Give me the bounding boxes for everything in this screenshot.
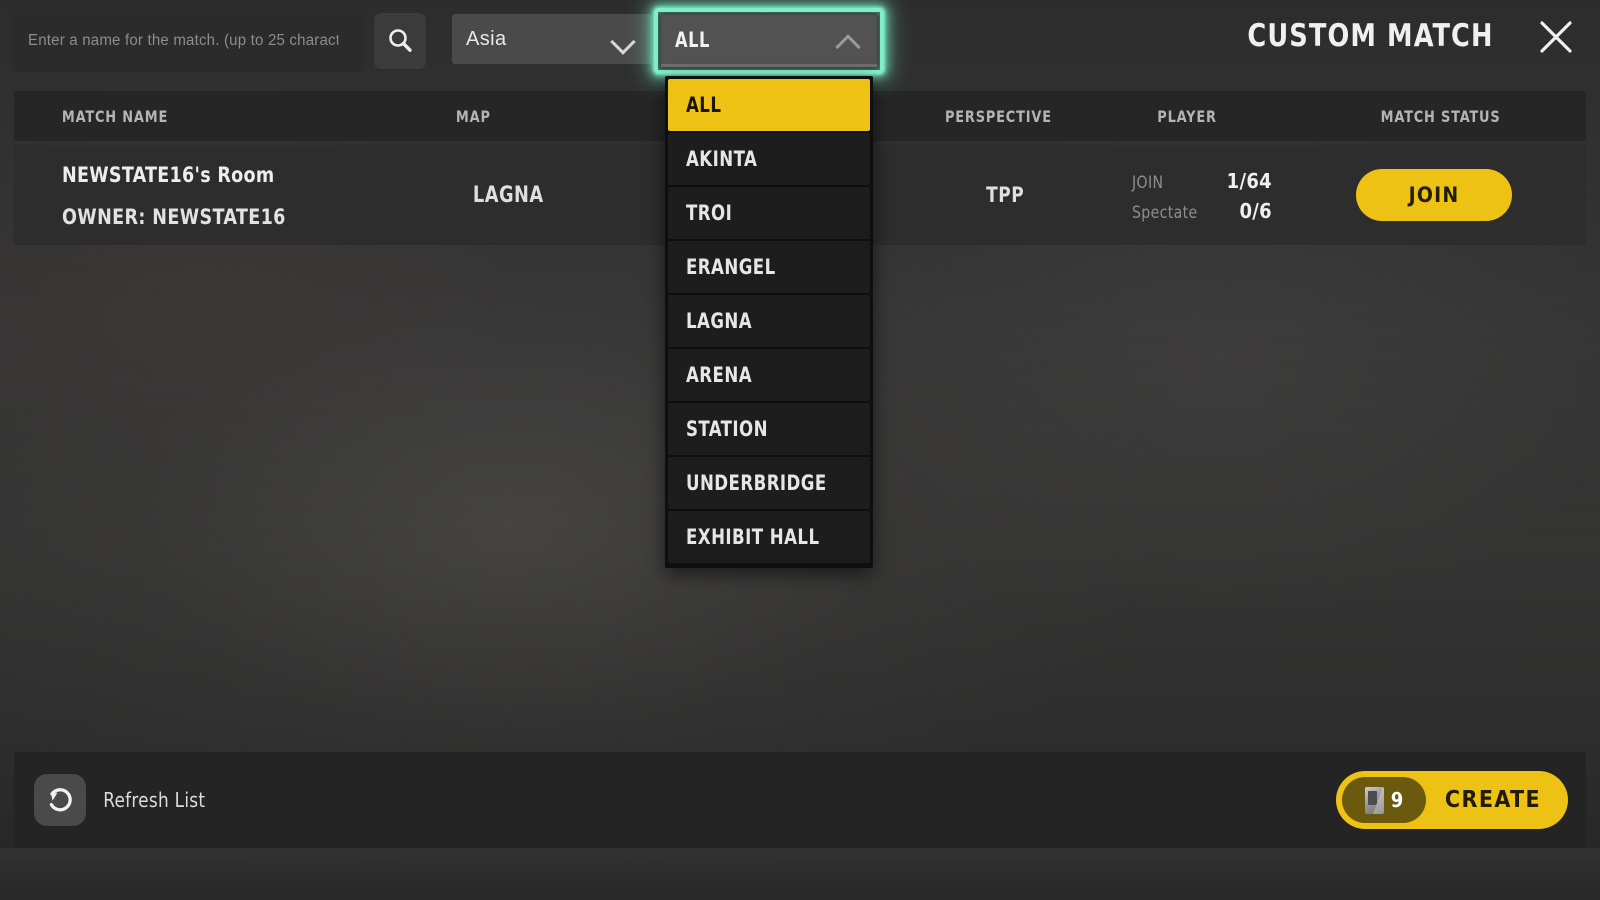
map-option-label: STATION — [686, 417, 768, 441]
map-option-exhibit-hall[interactable]: EXHIBIT HALL — [668, 511, 870, 563]
join-count-line: JOIN 1/64 — [1132, 169, 1272, 199]
region-select-value: Asia — [466, 27, 507, 50]
column-header-match-name: MATCH NAME — [61, 106, 169, 126]
row-perspective: TPP — [986, 183, 1025, 207]
join-count-label: JOIN — [1132, 173, 1164, 193]
join-count-value: 1/64 — [1226, 169, 1272, 193]
spectate-count-value: 0/6 — [1239, 199, 1272, 223]
spectate-count-line: Spectate 0/6 — [1132, 199, 1272, 229]
map-select-value: ALL — [675, 27, 710, 52]
create-match-button[interactable]: 9 CREATE — [1336, 771, 1568, 829]
map-option-lagna[interactable]: LAGNA — [668, 295, 870, 347]
search-input-placeholder: Enter a name for the match. (up to 25 ch… — [28, 32, 339, 49]
search-icon — [389, 29, 412, 52]
row-player-counts: JOIN 1/64 Spectate 0/6 — [1132, 169, 1272, 229]
custom-match-screen: Enter a name for the match. (up to 25 ch… — [0, 0, 1600, 900]
search-button[interactable] — [374, 13, 426, 69]
ticket-counter: 9 — [1342, 777, 1426, 823]
map-option-label: UNDERBRIDGE — [686, 471, 827, 495]
column-header-map: MAP — [455, 106, 491, 126]
search-input[interactable]: Enter a name for the match. (up to 25 ch… — [12, 10, 364, 72]
map-option-station[interactable]: STATION — [668, 403, 870, 455]
map-option-all[interactable]: ALL — [668, 79, 870, 131]
refresh-list-label: Refresh List — [103, 788, 206, 812]
column-header-match-status: MATCH STATUS — [1380, 106, 1501, 126]
map-option-underbridge[interactable]: UNDERBRIDGE — [668, 457, 870, 509]
close-icon — [1540, 21, 1572, 53]
ticket-icon — [1364, 786, 1384, 814]
row-map: LAGNA — [472, 183, 544, 208]
chevron-down-icon — [612, 32, 638, 47]
map-option-label: ERANGEL — [686, 255, 776, 279]
create-button-label: CREATE — [1444, 787, 1542, 813]
page-title: CUSTOM MATCH — [1247, 18, 1494, 54]
map-select-highlight: ALL — [654, 8, 884, 74]
map-option-erangel[interactable]: ERANGEL — [668, 241, 870, 293]
map-dropdown-menu: ALL AKINTA TROI ERANGEL LAGNA ARENA STAT… — [665, 76, 873, 568]
map-select[interactable]: ALL — [661, 15, 877, 67]
top-bar: Enter a name for the match. (up to 25 ch… — [0, 0, 1600, 82]
map-option-label: TROI — [686, 201, 733, 225]
map-option-label: LAGNA — [686, 309, 753, 333]
region-select[interactable]: Asia — [452, 14, 652, 64]
chevron-up-icon — [837, 32, 863, 47]
map-option-label: AKINTA — [686, 147, 758, 171]
close-button[interactable] — [1534, 15, 1578, 59]
ticket-count: 9 — [1390, 788, 1404, 812]
refresh-list-button[interactable]: Refresh List — [34, 774, 209, 826]
refresh-icon-box — [34, 774, 86, 826]
column-header-perspective: PERSPECTIVE — [944, 106, 1052, 126]
row-owner: OWNER: NEWSTATE16 — [62, 205, 286, 229]
map-option-label: ARENA — [686, 363, 753, 387]
map-option-akinta[interactable]: AKINTA — [668, 133, 870, 185]
map-option-label: EXHIBIT HALL — [686, 525, 820, 549]
map-option-label: ALL — [686, 93, 722, 117]
map-option-troi[interactable]: TROI — [668, 187, 870, 239]
spectate-count-label: Spectate — [1132, 203, 1198, 223]
refresh-icon — [49, 788, 72, 812]
map-option-arena[interactable]: ARENA — [668, 349, 870, 401]
row-match-name: NEWSTATE16's Room — [62, 163, 275, 187]
join-button[interactable]: JOIN — [1356, 169, 1512, 221]
bottom-bar: Refresh List 9 CREATE — [14, 752, 1586, 848]
footer-strip — [0, 848, 1600, 900]
column-header-player: PLAYER — [1157, 106, 1217, 126]
